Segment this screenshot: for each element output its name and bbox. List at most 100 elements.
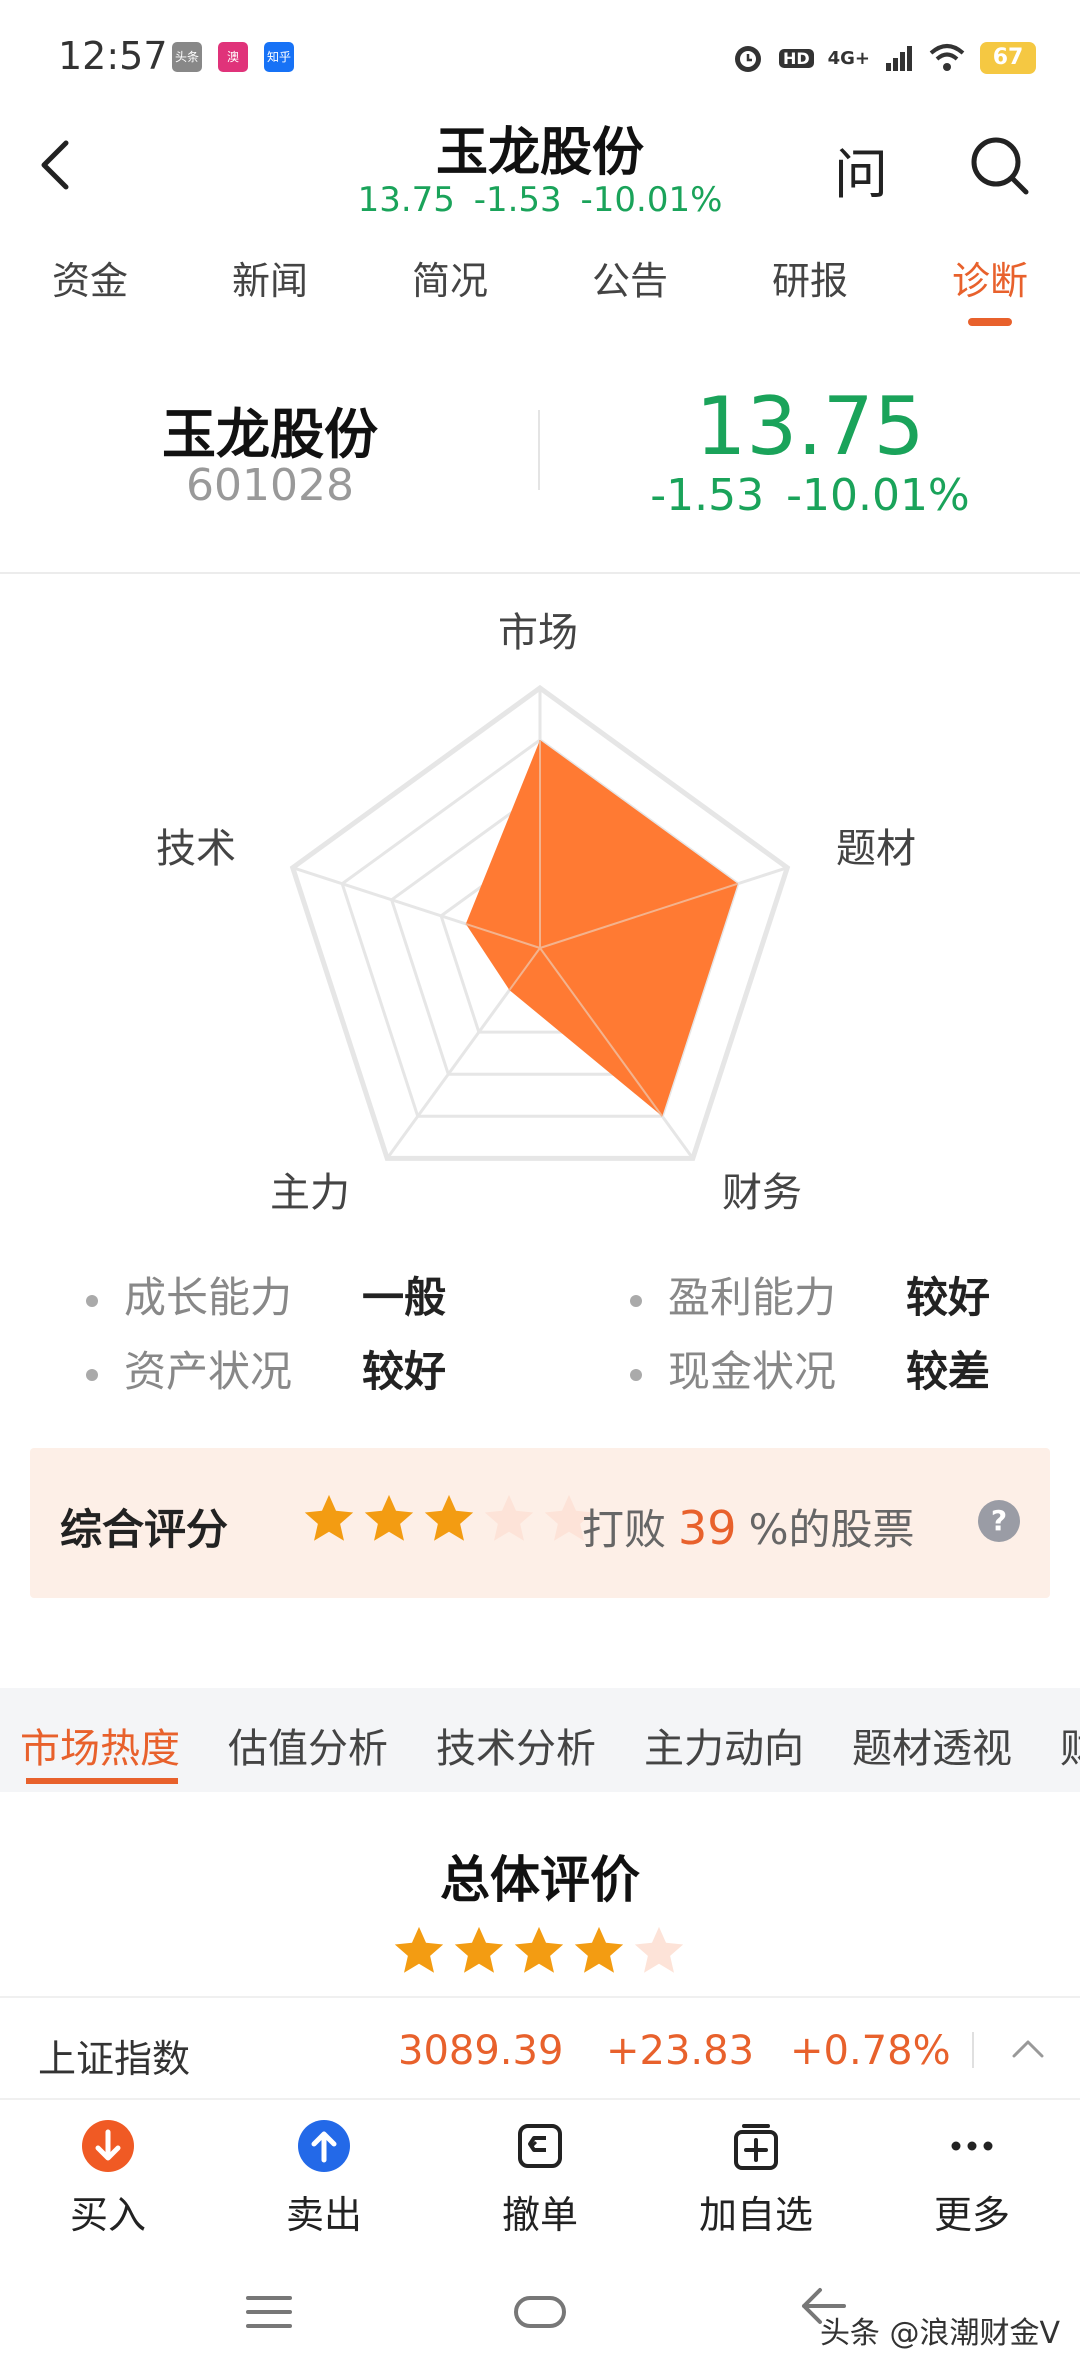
index-change: +23.83 [606,2028,755,2074]
radar-label-finance: 财务 [722,1170,802,1216]
cancel-order-icon [518,2124,562,2168]
star-filled-icon [304,1494,354,1541]
signal-icon [886,46,912,71]
overall-title: 总体评价 [440,1851,640,1909]
add-watchlist-button[interactable]: 加自选 [676,2118,836,2239]
status-bar: 12:57 头条 澳 知乎 HD 4G+ 67 [0,0,1080,110]
metric-growth-label: 成长能力 [124,1273,293,1322]
add-watchlist-label: 加自选 [698,2193,813,2237]
rating-stars [300,1490,598,1550]
overall-stars [390,1922,688,1982]
metric-assets-label: 资产状况 [124,1347,293,1396]
metric-cash: 现金状况 [630,1338,836,1399]
top-tabs: 资金 新闻 简况 公告 研报 诊断 [0,250,1080,330]
star-empty-icon [634,1926,684,1973]
stock-code: 601028 [186,460,354,511]
analysis-tab-indicator [26,1778,178,1784]
metric-cash-value: 较差 [906,1347,991,1396]
metric-profit-label: 盈利能力 [668,1273,837,1322]
star-empty-icon [484,1494,534,1541]
index-name: 上证指数 [38,2037,191,2081]
add-watchlist-icon [734,2124,778,2170]
metric-growth: 成长能力 [86,1264,292,1325]
radar-chart: 市场 题材 财务 主力 技术 [0,580,1080,1240]
home-icon[interactable] [512,2290,568,2334]
more-dots-icon [951,2141,993,2151]
search-icon[interactable] [966,132,1032,198]
stock-change-value: -1.53 [650,470,765,521]
action-bar: 买入 卖出 撤单 加自选 更多 [0,2100,1080,2250]
radar-label-theme: 题材 [836,826,916,872]
index-divider [972,2032,974,2068]
status-indicators: HD 4G+ 67 [731,38,1036,78]
cancel-order-label: 撤单 [501,2193,578,2237]
composite-rating: 综合评分 打败 39 %的股票 ? [30,1448,1050,1598]
tab-research[interactable]: 研报 [745,250,875,305]
rating-beat-pct: 39 [678,1501,737,1555]
rating-title: 综合评分 [60,1505,229,1554]
metric-assets: 资产状况 [86,1338,292,1399]
buy-button[interactable]: 买入 [28,2118,188,2239]
tab-news[interactable]: 新闻 [205,250,335,305]
metric-profit-value: 较好 [906,1273,991,1322]
stock-price: 13.75 [695,380,925,473]
tab-technical-analysis[interactable]: 技术分析 [436,1716,596,1774]
tab-announcements[interactable]: 公告 [565,250,695,305]
stock-name: 玉龙股份 [162,403,378,466]
section-divider [0,572,1080,574]
metric-growth-value: 一般 [362,1273,447,1322]
battery-icon: 67 [980,42,1036,74]
tab-finance-partial[interactable]: 财 [1060,1716,1080,1774]
sell-button[interactable]: 卖出 [244,2118,404,2239]
rating-beat-text: 打败 39 %的股票 [582,1496,914,1557]
star-filled-icon [364,1494,414,1541]
metric-cash-label: 现金状况 [668,1347,837,1396]
index-bar[interactable]: 上证指数 3089.39 +23.83 +0.78% [0,1996,1080,2100]
star-filled-icon [394,1926,444,1973]
tab-valuation[interactable]: 估值分析 [228,1716,388,1774]
ask-button[interactable]: 问 [834,130,888,209]
metric-assets-value: 较好 [362,1347,447,1396]
status-time: 12:57 [58,34,168,78]
header-change-pct: -10.01% [580,180,723,220]
stock-change-pct: -10.01% [786,470,970,521]
index-value: 3089.39 [398,2028,564,2074]
header-quote: 13.75 -1.53 -10.01% [0,180,1080,220]
buy-label: 买入 [69,2193,146,2237]
more-button[interactable]: 更多 [892,2118,1052,2239]
radar-svg [289,684,791,1161]
hd-icon: HD [778,48,814,68]
active-tab-indicator [968,318,1012,326]
stock-change: -1.53 -10.01% [620,470,1000,521]
sell-arrow-up-icon [298,2120,350,2172]
lottery-app-icon: 澳 [218,42,248,72]
alarm-icon [734,46,761,72]
star-filled-icon [454,1926,504,1973]
tab-funds[interactable]: 资金 [25,250,155,305]
header-change: -1.53 [473,180,562,220]
more-label: 更多 [933,2193,1010,2237]
star-filled-icon [424,1494,474,1541]
cancel-order-button[interactable]: 撤单 [460,2118,620,2239]
tab-main-force[interactable]: 主力动向 [644,1716,804,1774]
network-icon: 4G+ [827,47,870,69]
index-change-pct: +0.78% [790,2028,951,2074]
wifi-icon [929,44,965,71]
radar-label-main-force: 主力 [270,1170,350,1216]
summary-divider [538,410,540,490]
rating-beat-suffix: %的股票 [748,1505,915,1554]
chevron-up-icon[interactable] [1004,2026,1052,2074]
help-icon[interactable]: ? [978,1500,1020,1542]
tab-profile[interactable]: 简况 [385,250,515,305]
menu-icon[interactable] [244,2292,294,2332]
buy-arrow-down-icon [82,2120,134,2172]
sell-label: 卖出 [285,2193,362,2237]
header-price: 13.75 [357,180,455,220]
rating-beat-prefix: 打败 [582,1505,667,1554]
tab-theme[interactable]: 题材透视 [852,1716,1012,1774]
tab-market-heat[interactable]: 市场热度 [20,1716,180,1774]
star-filled-icon [514,1926,564,1973]
tab-diagnosis[interactable]: 诊断 [925,250,1055,305]
zhihu-app-icon: 知乎 [264,42,294,72]
radar-label-technical: 技术 [156,826,236,872]
